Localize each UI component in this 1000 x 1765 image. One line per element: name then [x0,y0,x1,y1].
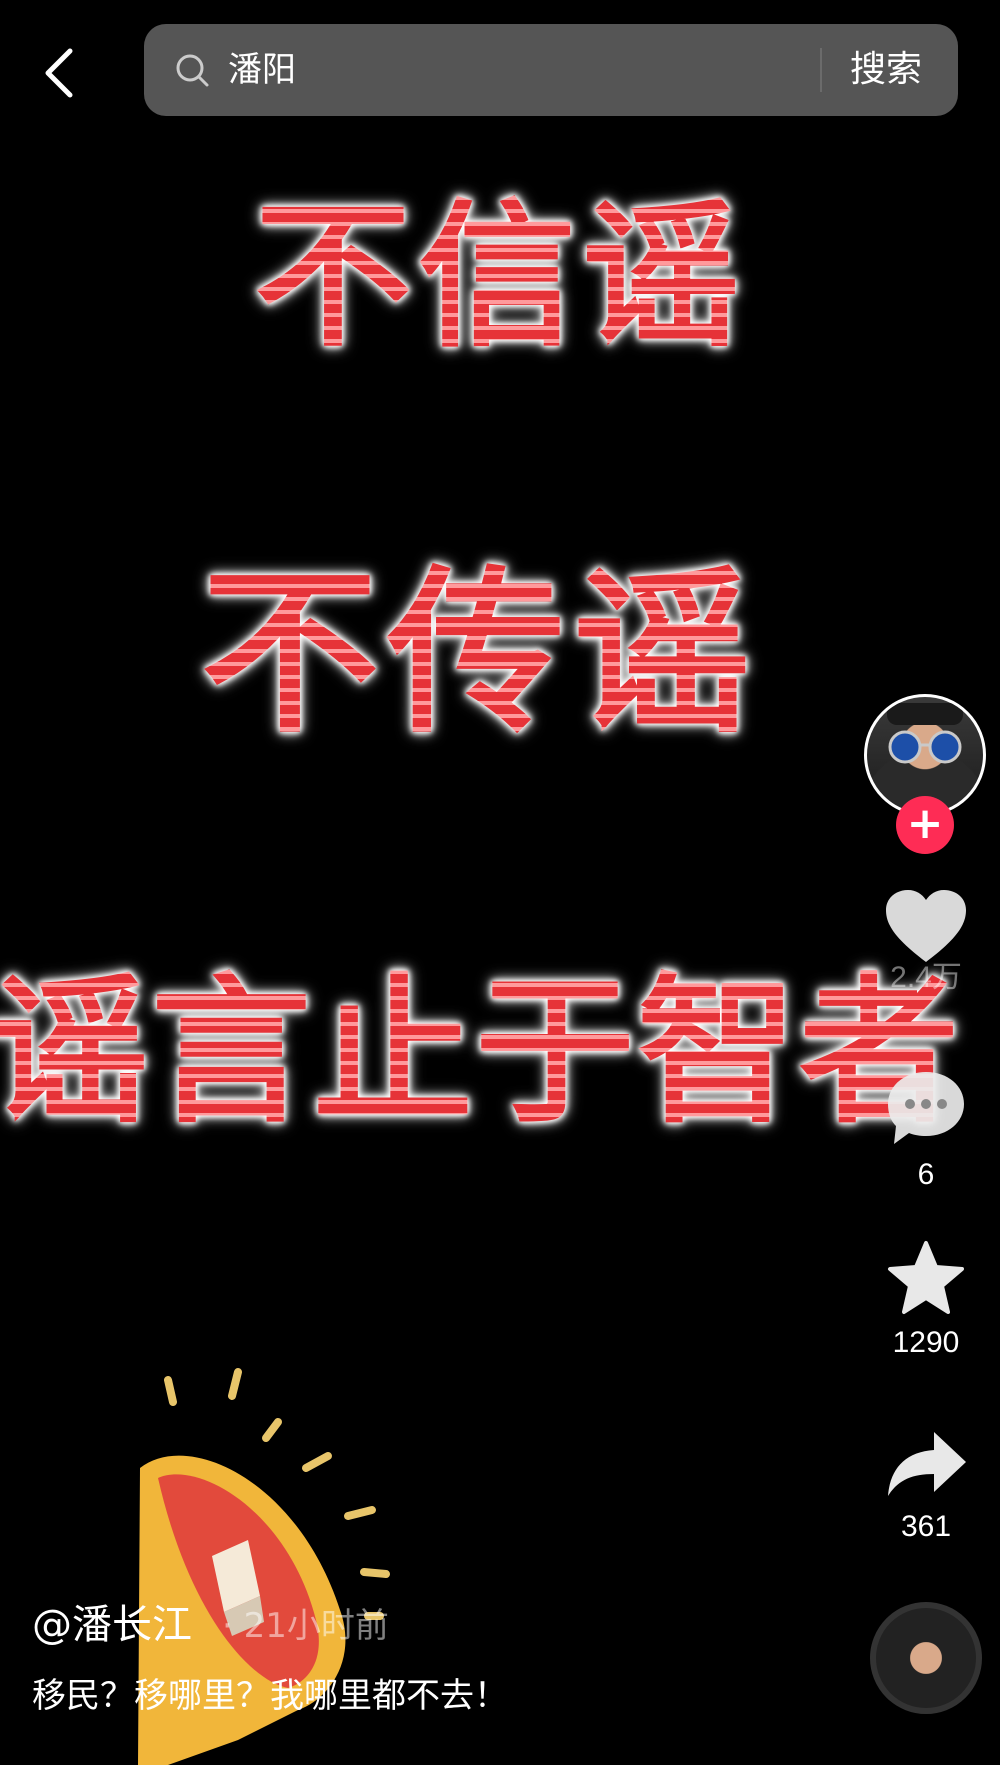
back-button[interactable] [38,45,84,101]
search-icon [176,54,209,87]
favorite-button[interactable]: 1290 [866,1240,986,1360]
share-icon [888,1432,966,1496]
share-count: 361 [900,1510,952,1543]
author-avatar-group[interactable]: + [864,694,986,854]
like-button[interactable]: 2.4万 [866,888,986,996]
post-time: · 21小时前 [222,1606,389,1646]
search-divider [820,48,822,92]
comment-icon [888,1072,964,1144]
caption-line-3: 谣言止于智者 [0,922,980,1154]
video-description: 移民？移哪里？我哪里都不去！ [32,1676,508,1716]
search-bar[interactable]: 潘阳 搜索 [144,24,958,116]
back-icon [45,48,73,98]
comment-count: 6 [917,1158,935,1191]
follow-button[interactable]: + [896,796,954,854]
star-icon [888,1241,964,1314]
comment-button[interactable]: 6 [866,1068,986,1192]
search-button[interactable]: 搜索 [850,24,922,116]
author-name[interactable]: @潘长江 [32,1592,192,1650]
caption-line-1: 不信谣 [0,148,1000,377]
like-count: 2.4万 [890,961,962,994]
caption-line-2: 不传谣 [0,510,980,767]
share-button[interactable]: 361 [866,1430,986,1544]
music-disc[interactable] [870,1602,982,1714]
search-input[interactable]: 潘阳 [228,24,296,116]
favorite-count: 1290 [892,1326,960,1359]
